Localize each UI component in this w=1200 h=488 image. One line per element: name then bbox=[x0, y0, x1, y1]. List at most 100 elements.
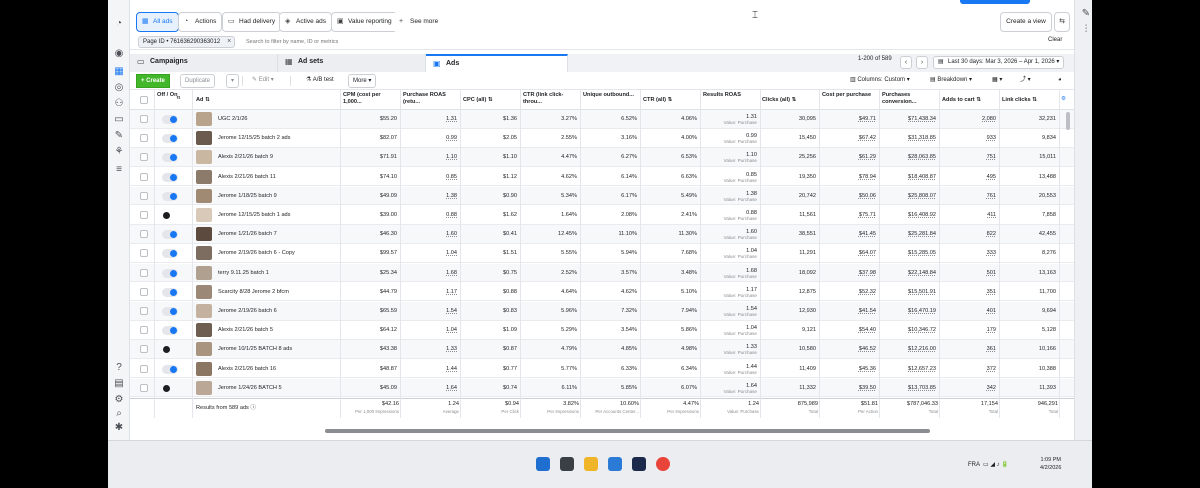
ad-name[interactable]: Alexis 2/21/26 batch 9 bbox=[218, 148, 338, 167]
cell-cpp[interactable]: $54.40 bbox=[822, 321, 876, 340]
cell-roas[interactable]: 1.54 bbox=[403, 302, 457, 321]
table-row[interactable]: Alexis 2/21/26 batch 11 $74.10 0.85 $1.12 4.… bbox=[130, 167, 1074, 187]
file-explorer-icon[interactable] bbox=[584, 457, 598, 471]
ad-name[interactable]: Alexis 2/21/26 batch 16 bbox=[218, 360, 338, 379]
table-row[interactable]: Jerome 1/18/25 batch 9 $49.09 1.38 $0.90 5.3… bbox=[130, 186, 1074, 206]
edit-button[interactable]: ✎ Edit ▾ bbox=[248, 74, 278, 88]
ad-status-toggle[interactable] bbox=[162, 191, 178, 201]
filter-see-more[interactable]: + See more bbox=[393, 12, 445, 32]
cell-cpp[interactable]: $78.94 bbox=[822, 168, 876, 187]
cell-cpp[interactable]: $45.36 bbox=[822, 360, 876, 379]
ad-name[interactable]: Alexis 2/21/26 batch 11 bbox=[218, 168, 338, 187]
cell-pcv[interactable]: $12,216.00 bbox=[882, 340, 936, 359]
col-purchase-roas[interactable]: Purchase ROAS (retu... bbox=[403, 92, 459, 106]
cell-cpp[interactable]: $41.54 bbox=[822, 302, 876, 321]
search-taskbar-icon[interactable] bbox=[560, 457, 574, 471]
row-checkbox[interactable] bbox=[140, 249, 148, 258]
cell-cpp[interactable]: $75.71 bbox=[822, 206, 876, 225]
page-id-filter-chip[interactable]: Page ID • 761636290363012 × bbox=[138, 36, 236, 48]
col-cost-per-purchase[interactable]: Cost per purchase bbox=[822, 92, 878, 99]
row-checkbox[interactable] bbox=[140, 268, 148, 277]
ad-name[interactable]: Jerome 10/1/25 BATCH 8 ads bbox=[218, 340, 338, 359]
cell-atc[interactable]: 761 bbox=[942, 187, 996, 206]
pencil-icon[interactable]: ✎ bbox=[1080, 8, 1092, 20]
cell-roas[interactable]: 0.88 bbox=[403, 206, 457, 225]
cell-atc[interactable]: 501 bbox=[942, 264, 996, 283]
tab-ad-sets[interactable]: ▦ Ad sets bbox=[278, 54, 426, 72]
cell-atc[interactable]: 342 bbox=[942, 379, 996, 398]
cell-cpp[interactable]: $50.06 bbox=[822, 187, 876, 206]
ad-status-toggle[interactable] bbox=[162, 230, 178, 240]
col-ctr-link[interactable]: CTR (link click-throu... bbox=[523, 92, 579, 106]
ad-status-toggle[interactable] bbox=[162, 345, 178, 354]
bug-icon[interactable]: ✱ bbox=[113, 422, 125, 434]
date-range-picker[interactable]: ▤ Last 30 days: Mar 3, 2026 – Apr 1, 2026… bbox=[933, 56, 1065, 69]
settings-gear-icon[interactable]: ⚙ bbox=[113, 394, 125, 406]
report-icon[interactable]: ▤ bbox=[113, 378, 125, 390]
chart-toggle-button[interactable]: ◕ bbox=[1054, 74, 1066, 88]
more-button[interactable]: More ▾ bbox=[348, 74, 377, 88]
cell-atc[interactable]: 933 bbox=[942, 129, 996, 148]
column-settings-icon[interactable]: ⚙ bbox=[1061, 96, 1066, 103]
cell-pcv[interactable]: $18,408.87 bbox=[882, 168, 936, 187]
cell-pcv[interactable]: $71,438.34 bbox=[882, 110, 936, 129]
cell-atc[interactable]: 333 bbox=[942, 244, 996, 263]
horizontal-scrollbar[interactable] bbox=[325, 429, 930, 433]
cell-cpp[interactable]: $49.71 bbox=[822, 110, 876, 129]
row-checkbox[interactable] bbox=[140, 287, 148, 296]
col-clicks-all[interactable]: Clicks (all) ⇅ bbox=[762, 97, 818, 104]
row-checkbox[interactable] bbox=[140, 364, 148, 373]
ad-status-toggle[interactable] bbox=[162, 384, 178, 393]
table-row[interactable]: Jerome 1/21/26 batch 7 $46.30 1.60 $0.41 12.… bbox=[130, 225, 1074, 244]
col-cpm[interactable]: CPM (cost per 1,000... bbox=[343, 92, 399, 106]
cell-roas[interactable]: 1.10 bbox=[403, 148, 457, 167]
cell-roas[interactable]: 1.60 bbox=[403, 225, 457, 244]
ad-status-toggle[interactable] bbox=[162, 211, 178, 220]
ads-manager-icon[interactable]: ▦ bbox=[113, 66, 125, 78]
cell-pcv[interactable]: $22,148.84 bbox=[882, 264, 936, 283]
ad-name[interactable]: Jerome 12/15/25 batch 2 ads bbox=[218, 129, 338, 148]
table-row[interactable]: Jerome 10/1/25 BATCH 8 ads $43.38 1.33 $0.8… bbox=[130, 340, 1074, 359]
cell-roas[interactable]: 1.38 bbox=[403, 187, 457, 206]
create-view-button[interactable]: Create a view bbox=[1000, 12, 1052, 32]
taskbar-clock[interactable]: 1:09 PM 4/2/2026 bbox=[1040, 456, 1061, 472]
ad-name[interactable]: Jerome 2/19/26 batch 6 - Copy bbox=[218, 244, 338, 263]
cell-cpp[interactable]: $67.42 bbox=[822, 129, 876, 148]
cell-atc[interactable]: 751 bbox=[942, 148, 996, 167]
row-checkbox[interactable] bbox=[140, 172, 148, 181]
cell-atc[interactable]: 401 bbox=[942, 302, 996, 321]
tray-lang[interactable]: FRA bbox=[968, 462, 980, 468]
row-checkbox[interactable] bbox=[140, 345, 148, 354]
row-checkbox[interactable] bbox=[140, 230, 148, 239]
ad-status-toggle[interactable] bbox=[162, 287, 178, 297]
cell-roas[interactable]: 0.85 bbox=[403, 168, 457, 187]
cell-atc[interactable]: 361 bbox=[942, 340, 996, 359]
cell-pcv[interactable]: $28,063.85 bbox=[882, 148, 936, 167]
ad-name[interactable]: Jerome 1/21/26 batch 7 bbox=[218, 225, 338, 244]
table-row[interactable]: Jerome 12/15/25 batch 2 ads $82.07 0.99 $2.… bbox=[130, 129, 1074, 148]
audience-icon[interactable]: ⚇ bbox=[113, 98, 125, 110]
ad-status-toggle[interactable] bbox=[162, 134, 178, 144]
col-results-roas[interactable]: Results ROAS bbox=[703, 92, 759, 99]
ad-name[interactable]: Jerome 1/18/25 batch 9 bbox=[218, 187, 338, 206]
teams-icon[interactable] bbox=[632, 457, 646, 471]
ad-status-toggle[interactable] bbox=[162, 326, 178, 336]
ad-status-toggle[interactable] bbox=[162, 249, 178, 259]
next-page-button[interactable]: › bbox=[916, 56, 928, 69]
filter-all-ads[interactable]: ▦ All ads bbox=[136, 12, 179, 32]
breakdown-button[interactable]: ▤ Breakdown ▾ bbox=[926, 74, 976, 88]
duplicate-dropdown[interactable]: ▾ bbox=[226, 74, 240, 88]
cell-cpp[interactable]: $41.45 bbox=[822, 225, 876, 244]
col-purchases-conversion[interactable]: Purchases conversion... bbox=[882, 92, 938, 106]
publish-button[interactable] bbox=[960, 0, 1030, 4]
col-unique-outbound[interactable]: Unique outbound... bbox=[583, 92, 637, 99]
filter-active-ads[interactable]: ◈ Active ads bbox=[279, 12, 332, 32]
tab-campaigns[interactable]: ▭ Campaigns bbox=[130, 54, 278, 72]
table-row[interactable]: Alexis 2/21/26 batch 16 $48.87 1.44 $0.77 5.… bbox=[130, 359, 1074, 379]
row-checkbox[interactable] bbox=[140, 153, 148, 162]
row-checkbox[interactable] bbox=[140, 383, 148, 392]
columns-button[interactable]: ▥ Columns: Custom ▾ bbox=[846, 74, 914, 88]
row-checkbox[interactable] bbox=[140, 115, 148, 123]
filter-actions[interactable]: ◔ Actions bbox=[178, 12, 223, 32]
cell-pcv[interactable]: $16,408.92 bbox=[882, 206, 936, 225]
